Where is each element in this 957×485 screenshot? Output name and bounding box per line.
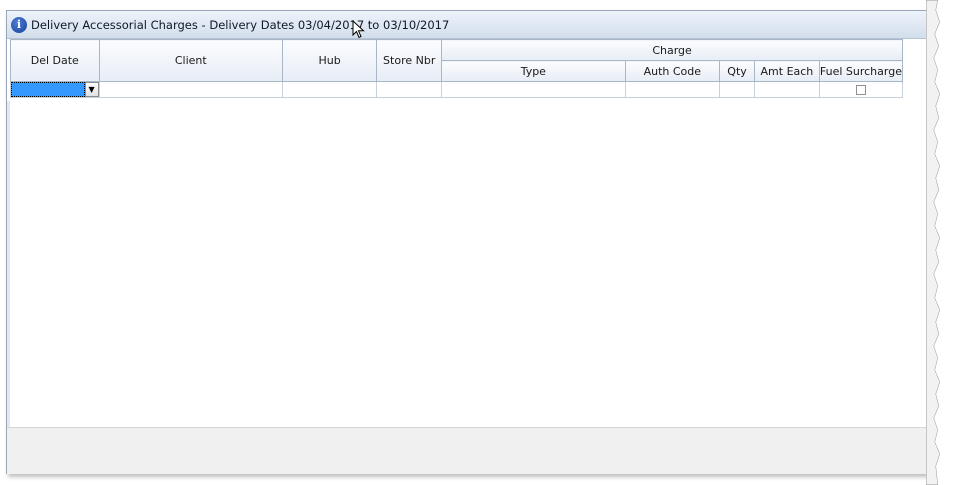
- fuel-surcharge-checkbox[interactable]: [855, 85, 866, 95]
- store-nbr-cell[interactable]: [376, 81, 443, 98]
- column-group-header-charge: Charge: [441, 39, 903, 61]
- column-header-type[interactable]: Type: [441, 60, 626, 82]
- column-header-fuel-surcharge[interactable]: Fuel Surcharge: [818, 60, 904, 82]
- auth-code-cell[interactable]: [624, 81, 721, 98]
- new-entry-row: ▼: [10, 81, 904, 98]
- row-header-strip: [7, 101, 10, 427]
- column-header-store-nbr[interactable]: Store Nbr: [376, 39, 443, 82]
- chevron-down-icon[interactable]: ▼: [84, 82, 99, 97]
- column-header-hub[interactable]: Hub: [282, 39, 378, 82]
- hub-cell[interactable]: [282, 81, 378, 98]
- charges-table: Del Date Client Hub Store Nbr Charge Typ…: [10, 39, 904, 98]
- charges-grid: Del Date Client Hub Store Nbr Charge Typ…: [10, 39, 904, 98]
- status-band: [7, 427, 935, 474]
- info-icon: i: [11, 17, 27, 33]
- column-header-client[interactable]: Client: [98, 39, 284, 82]
- mouse-pointer-icon: [352, 20, 365, 39]
- column-header-auth-code[interactable]: Auth Code: [624, 60, 721, 82]
- title-bar: i Delivery Accessorial Charges - Deliver…: [7, 11, 935, 39]
- client-cell[interactable]: [98, 81, 284, 98]
- delivery-accessorial-charges-window: i Delivery Accessorial Charges - Deliver…: [6, 10, 936, 474]
- amt-each-cell[interactable]: [753, 81, 820, 98]
- type-cell[interactable]: [441, 81, 626, 98]
- del-date-selected-value[interactable]: [11, 82, 85, 97]
- column-header-qty[interactable]: Qty: [719, 60, 755, 82]
- fuel-surcharge-cell[interactable]: [818, 81, 904, 98]
- column-header-del-date[interactable]: Del Date: [10, 39, 100, 82]
- torn-edge: [926, 0, 957, 485]
- del-date-cell[interactable]: ▼: [10, 81, 100, 98]
- qty-cell[interactable]: [719, 81, 755, 98]
- column-header-amt-each[interactable]: Amt Each: [753, 60, 820, 82]
- window-title: Delivery Accessorial Charges - Delivery …: [31, 18, 450, 32]
